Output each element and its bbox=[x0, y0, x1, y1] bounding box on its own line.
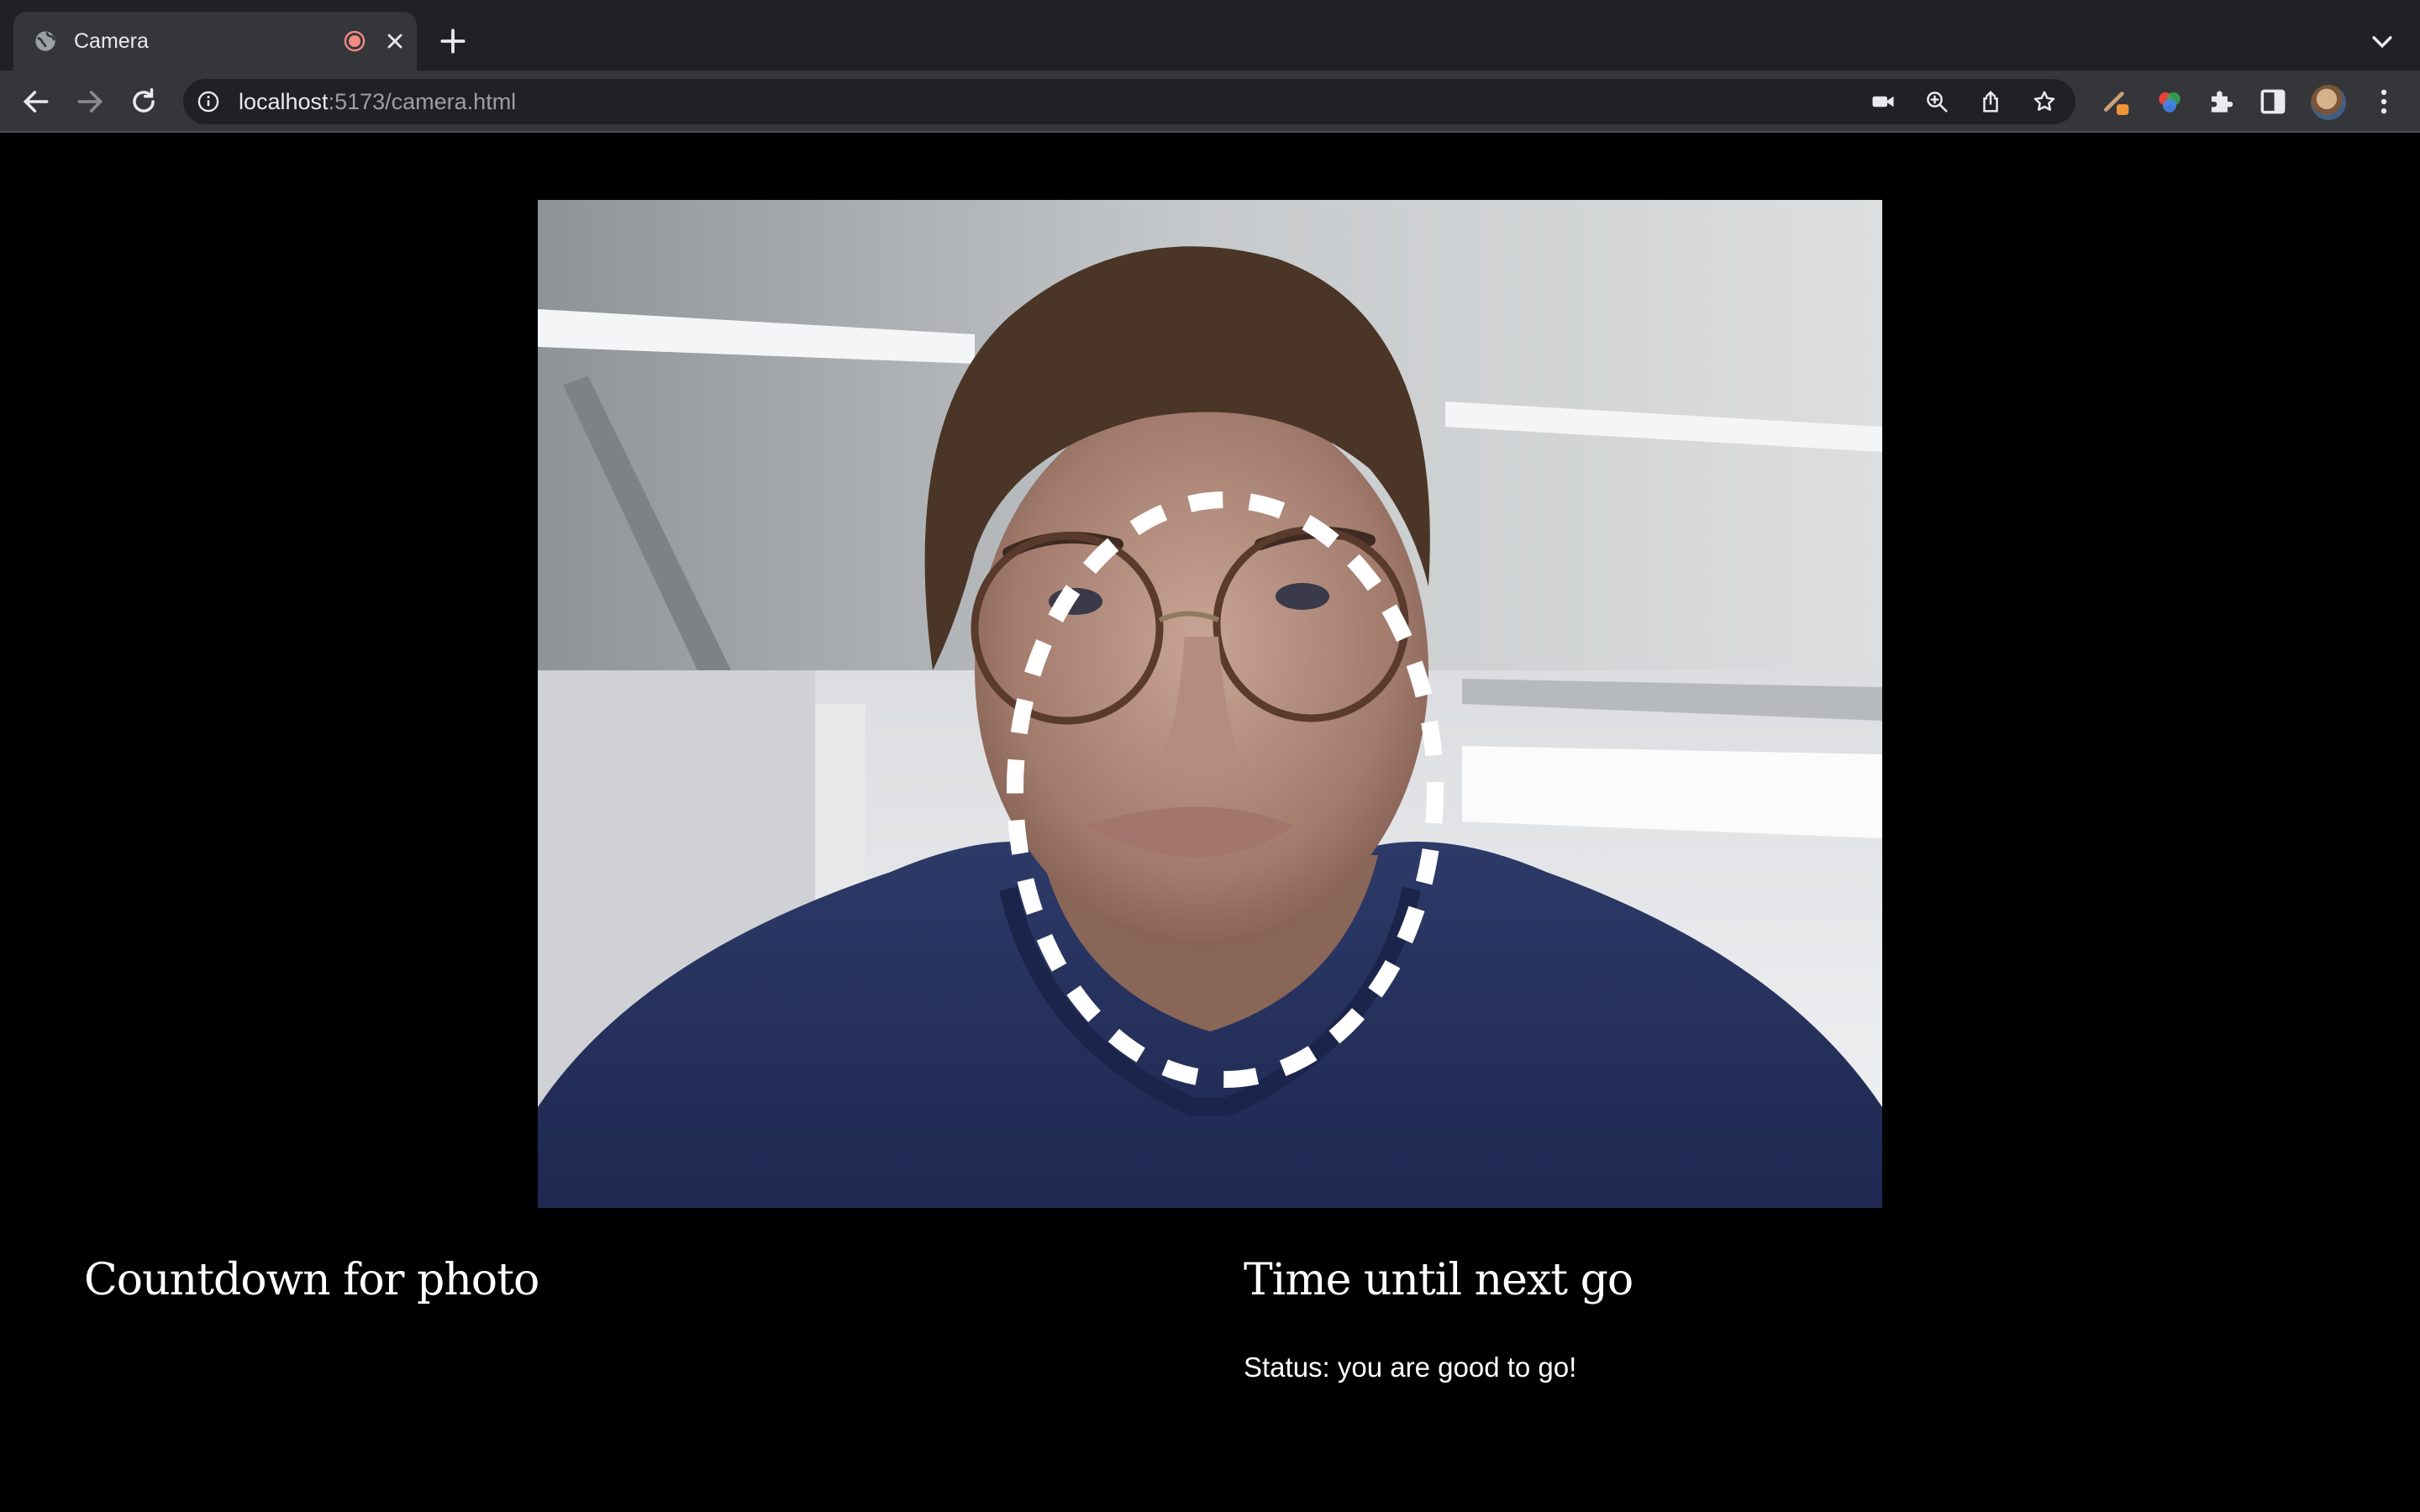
browser-toolbar: localhost:5173/camera.html bbox=[0, 71, 2420, 133]
status-text: Status: you are good to go! bbox=[1244, 1352, 1577, 1383]
recording-icon bbox=[344, 30, 366, 52]
share-icon[interactable] bbox=[1978, 89, 2003, 114]
reload-icon[interactable] bbox=[128, 86, 160, 118]
url-host: localhost bbox=[239, 89, 329, 114]
color-picker-icon[interactable] bbox=[2154, 86, 2186, 118]
address-bar[interactable]: localhost:5173/camera.html bbox=[183, 79, 2075, 124]
puzzle-icon[interactable] bbox=[2205, 86, 2237, 118]
star-icon[interactable] bbox=[2032, 89, 2057, 114]
next-go-heading: Time until next go bbox=[1244, 1255, 1634, 1305]
zoom-icon[interactable] bbox=[1924, 89, 1949, 114]
browser-tabstrip: Camera bbox=[0, 0, 2420, 71]
kebab-menu-icon[interactable] bbox=[2368, 86, 2400, 118]
camera-icon[interactable] bbox=[1870, 89, 1896, 114]
url-text[interactable]: localhost:5173/camera.html bbox=[239, 89, 516, 114]
side-panel-icon[interactable] bbox=[2257, 86, 2289, 118]
forward-icon[interactable] bbox=[74, 86, 106, 118]
extension-pencil-icon[interactable] bbox=[2101, 86, 2133, 118]
back-icon[interactable] bbox=[20, 86, 52, 118]
url-path: :5173/camera.html bbox=[328, 89, 517, 114]
profile-avatar[interactable] bbox=[2311, 85, 2346, 120]
plus-icon[interactable] bbox=[437, 25, 469, 57]
tab-title: Camera bbox=[74, 29, 149, 53]
info-icon[interactable] bbox=[197, 90, 220, 113]
camera-preview bbox=[538, 200, 1882, 1208]
browser-tab[interactable]: Camera bbox=[13, 12, 417, 71]
close-icon[interactable] bbox=[383, 29, 407, 53]
chevron-down-icon[interactable] bbox=[2368, 27, 2396, 55]
countdown-heading: Countdown for photo bbox=[84, 1255, 539, 1305]
globe-icon bbox=[35, 31, 55, 51]
camera-feed-image bbox=[538, 200, 1882, 1208]
